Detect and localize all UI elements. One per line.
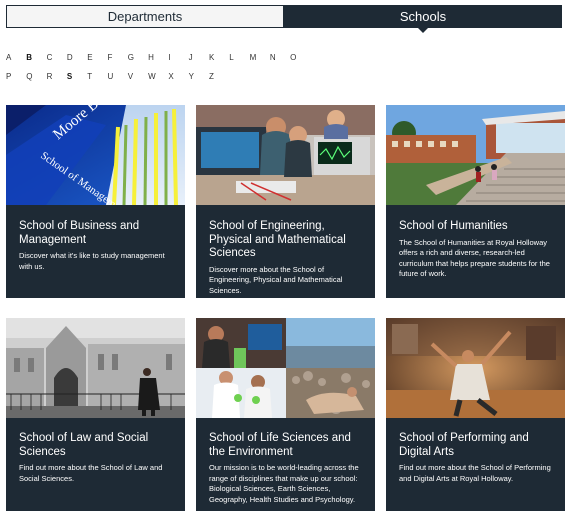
card-title: School of Business and Management (19, 220, 140, 246)
active-tab-pointer (417, 27, 429, 33)
humanities-school-image (386, 105, 565, 205)
alphabet-letter-b[interactable]: B (26, 53, 46, 62)
card-title: School of Life Sciences and the Environm… (209, 432, 351, 458)
alphabet-letter-c[interactable]: C (47, 53, 67, 62)
business-school-image: Moore Buil School of Management (6, 105, 185, 205)
tab-schools[interactable]: Schools (284, 5, 562, 33)
tab-departments-label: Departments (107, 9, 183, 24)
alphabet-letter-l[interactable]: L (229, 53, 249, 62)
card-description: Find out more about the School of Perfor… (399, 463, 551, 483)
alphabet-letter-r[interactable]: R (47, 72, 67, 81)
school-department-tabs: Departments Schools (6, 5, 562, 33)
alphabet-letter-j[interactable]: J (189, 53, 209, 62)
card-title: School of Engineering, Physical and Math… (209, 220, 346, 259)
card-description: Discover what it's like to study managem… (19, 251, 165, 271)
tab-schools-label: Schools (399, 9, 447, 24)
alphabet-letter-m[interactable]: M (250, 53, 270, 62)
card-description: Find out more about the School of Law an… (19, 463, 163, 483)
card-title: School of Humanities (399, 220, 508, 232)
alphabet-letter-s[interactable]: S (67, 72, 87, 81)
school-card-life-sciences[interactable]: School of Life Sciences and the Environm… (196, 318, 375, 511)
alphabet-letter-o[interactable]: O (290, 53, 310, 62)
alphabet-letter-w[interactable]: W (148, 72, 168, 81)
alphabet-letter-h[interactable]: H (148, 53, 168, 62)
alphabet-filter-row-2: PQRSTUVWXYZ (6, 72, 229, 81)
card-description: The School of Humanities at Royal Hollow… (399, 237, 550, 279)
alphabet-letter-p[interactable]: P (6, 72, 26, 81)
school-card-humanities[interactable]: School of Humanities The School of Human… (386, 105, 565, 298)
school-card-performing-arts[interactable]: School of Performing and Digital Arts Fi… (386, 318, 565, 511)
alphabet-letter-q[interactable]: Q (26, 72, 46, 81)
performing-arts-school-image (386, 318, 565, 418)
alphabet-letter-i[interactable]: I (168, 53, 188, 62)
alphabet-letter-a[interactable]: A (6, 53, 26, 62)
card-title: School of Law and Social Sciences (19, 432, 149, 458)
tab-departments[interactable]: Departments (6, 5, 284, 28)
alphabet-letter-t[interactable]: T (87, 72, 107, 81)
alphabet-letter-n[interactable]: N (270, 53, 290, 62)
alphabet-letter-x[interactable]: X (168, 72, 188, 81)
alphabet-letter-g[interactable]: G (128, 53, 148, 62)
card-description: Discover more about the School of Engine… (209, 264, 343, 295)
alphabet-letter-k[interactable]: K (209, 53, 229, 62)
alphabet-letter-u[interactable]: U (107, 72, 127, 81)
school-card-law[interactable]: School of Law and Social Sciences Find o… (6, 318, 185, 511)
alphabet-letter-y[interactable]: Y (189, 72, 209, 81)
card-description: Our mission is to be world-leading acros… (209, 463, 359, 504)
alphabet-filter-row-1: ABCDEFGHIJKLMNO (6, 53, 310, 62)
alphabet-letter-d[interactable]: D (67, 53, 87, 62)
alphabet-letter-z[interactable]: Z (209, 72, 229, 81)
school-card-engineering[interactable]: School of Engineering, Physical and Math… (196, 105, 375, 298)
alphabet-letter-f[interactable]: F (107, 53, 127, 62)
alphabet-letter-v[interactable]: V (128, 72, 148, 81)
engineering-school-image (196, 105, 375, 205)
card-title: School of Performing and Digital Arts (399, 432, 529, 458)
life-sciences-school-image (196, 318, 375, 418)
alphabet-letter-e[interactable]: E (87, 53, 107, 62)
law-school-image (6, 318, 185, 418)
school-card-business[interactable]: Moore Buil School of Management School o… (6, 105, 185, 298)
